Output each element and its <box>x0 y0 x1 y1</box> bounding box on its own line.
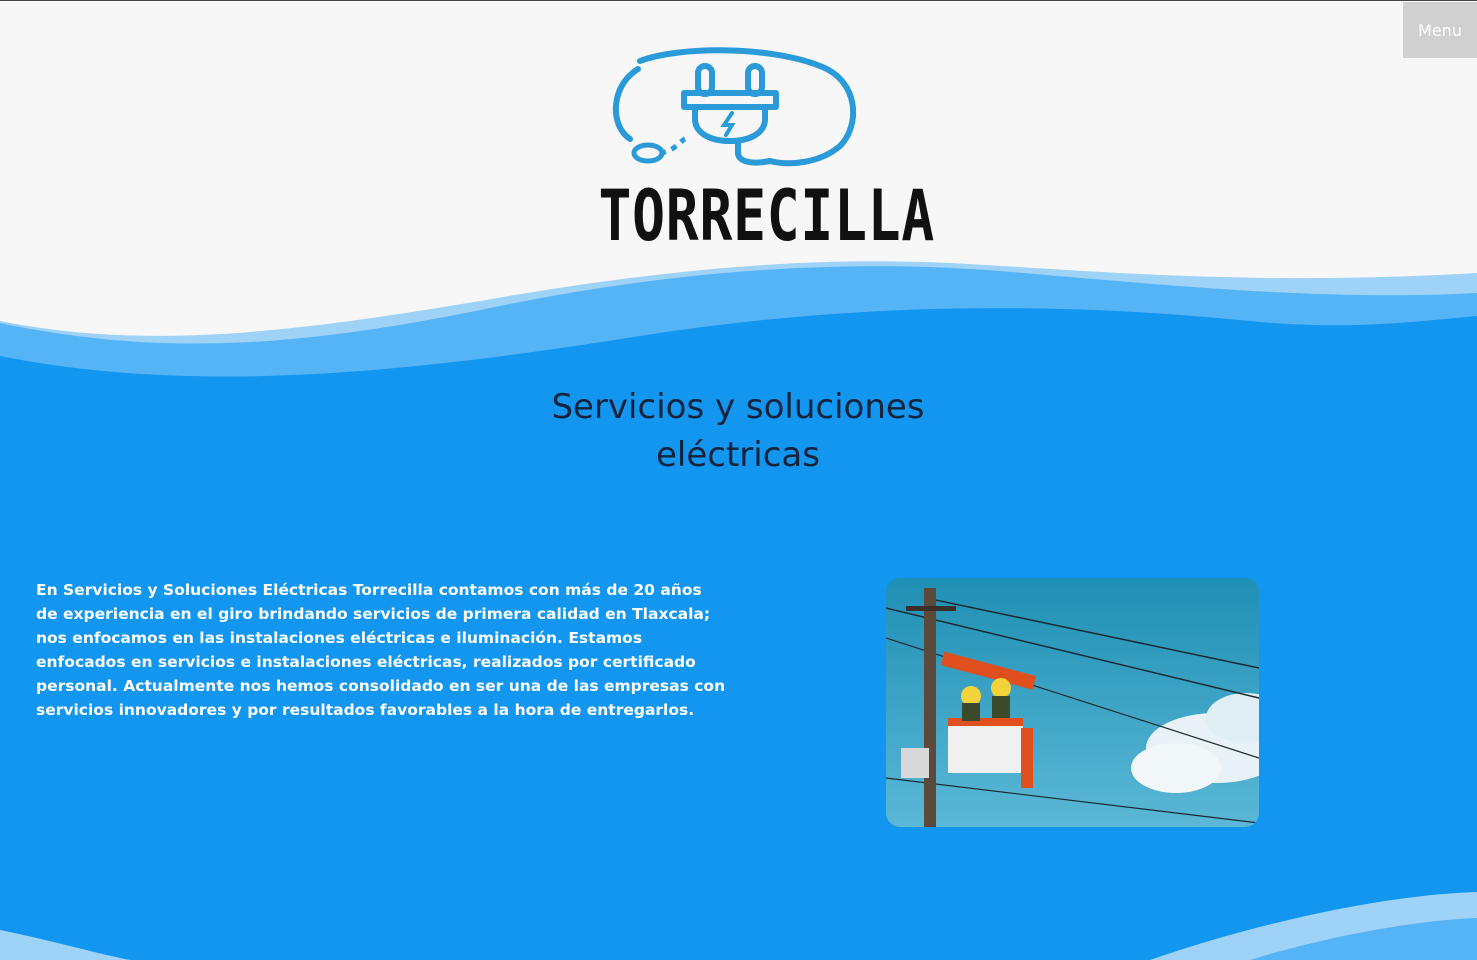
footer-wave-decoration <box>0 892 1477 960</box>
logo-wordmark: TORRECILLA <box>598 175 936 257</box>
electricians-photo <box>886 578 1259 827</box>
electric-plug-icon <box>613 47 856 167</box>
menu-button[interactable]: Menu <box>1403 2 1477 58</box>
site-header: TORRECILLA Menu <box>0 1 1477 401</box>
company-logo[interactable]: TORRECILLA <box>560 41 936 261</box>
hero-title: Servicios y soluciones eléctricas <box>438 383 1038 479</box>
intro-paragraph: En Servicios y Soluciones Eléctricas Tor… <box>36 581 726 719</box>
hero-title-line2: eléctricas <box>656 435 820 475</box>
hero-title-line1: Servicios y soluciones <box>551 387 925 427</box>
